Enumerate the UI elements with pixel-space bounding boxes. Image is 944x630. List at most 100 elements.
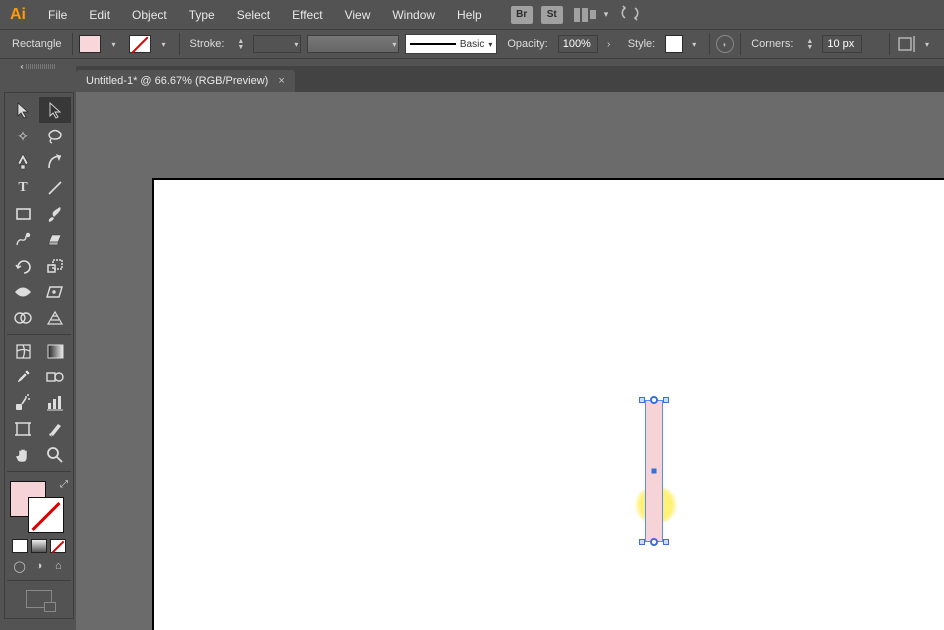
- menu-file[interactable]: File: [38, 4, 77, 26]
- draw-behind-icon[interactable]: ◑: [32, 559, 45, 573]
- canvas-area[interactable]: [76, 92, 944, 630]
- stroke-weight-stepper[interactable]: ▲▼: [237, 39, 244, 50]
- menu-help[interactable]: Help: [447, 4, 492, 26]
- selection-handle[interactable]: [663, 397, 669, 403]
- tools-panel: ✧ T ⤢: [4, 92, 74, 619]
- column-graph-tool[interactable]: [39, 390, 71, 416]
- opacity-field[interactable]: 100%: [558, 35, 598, 53]
- none-chip[interactable]: [50, 539, 66, 553]
- pen-tool[interactable]: [7, 149, 39, 175]
- perspective-grid-tool[interactable]: [39, 305, 71, 331]
- color-mode-row: [7, 537, 71, 555]
- line-segment-tool[interactable]: [39, 175, 71, 201]
- corners-field[interactable]: 10 px: [822, 35, 862, 53]
- rotate-tool[interactable]: [7, 253, 39, 279]
- slice-tool[interactable]: [39, 416, 71, 442]
- eraser-tool[interactable]: [39, 227, 71, 253]
- draw-mode-row: ◯ ◑ ⌂: [7, 555, 71, 577]
- live-corner-widget[interactable]: [650, 396, 658, 404]
- stroke-swatch[interactable]: [129, 35, 151, 53]
- brush-stroke-preview-icon: [410, 43, 456, 45]
- style-label: Style:: [624, 36, 660, 52]
- shaper-tool[interactable]: [7, 227, 39, 253]
- blend-tool[interactable]: [39, 364, 71, 390]
- graphic-style-swatch[interactable]: [665, 35, 683, 53]
- menu-object[interactable]: Object: [122, 4, 177, 26]
- shape-name-label: Rectangle: [8, 36, 66, 52]
- arrange-docs-icon[interactable]: [574, 7, 598, 23]
- brush-label: Basic: [460, 39, 484, 50]
- gradient-tool[interactable]: [39, 338, 71, 364]
- brush-dropdown-icon: ▾: [488, 40, 492, 49]
- align-to-dropdown-icon[interactable]: ▾: [922, 39, 932, 49]
- stroke-weight-label: Stroke:: [186, 36, 229, 52]
- direct-selection-tool[interactable]: [39, 97, 71, 123]
- color-chip[interactable]: [12, 539, 28, 553]
- artboard[interactable]: [154, 180, 944, 630]
- eyedropper-tool[interactable]: [7, 364, 39, 390]
- stroke-dropdown-icon[interactable]: ▾: [159, 39, 169, 49]
- bridge-icon[interactable]: Br: [511, 6, 533, 24]
- menu-window[interactable]: Window: [382, 4, 445, 26]
- document-tab[interactable]: Untitled-1* @ 66.67% (RGB/Preview) ×: [76, 70, 295, 92]
- gradient-chip[interactable]: [31, 539, 47, 553]
- artboard-tool[interactable]: [7, 416, 39, 442]
- variable-width-profile[interactable]: ▾: [307, 35, 399, 53]
- mesh-tool[interactable]: [7, 338, 39, 364]
- draw-normal-icon[interactable]: ◯: [13, 559, 26, 573]
- separator: [72, 33, 73, 55]
- magic-wand-tool[interactable]: ✧: [7, 123, 39, 149]
- opacity-popup-icon[interactable]: ›: [604, 39, 614, 49]
- screen-mode-icon[interactable]: [26, 590, 52, 608]
- shape-builder-tool[interactable]: [7, 305, 39, 331]
- fill-dropdown-icon[interactable]: ▾: [109, 39, 119, 49]
- hand-tool[interactable]: [7, 442, 39, 468]
- corners-stepper[interactable]: ▲▼: [806, 39, 813, 50]
- stroke-weight-field[interactable]: ▾: [253, 35, 301, 53]
- stock-icon[interactable]: St: [541, 6, 563, 24]
- paintbrush-tool[interactable]: [39, 201, 71, 227]
- separator: [889, 33, 890, 55]
- zoom-tool[interactable]: [39, 442, 71, 468]
- menu-bar: Ai File Edit Object Type Select Effect V…: [0, 0, 944, 29]
- corners-label: Corners:: [747, 36, 797, 52]
- curvature-tool[interactable]: [39, 149, 71, 175]
- menu-edit[interactable]: Edit: [79, 4, 120, 26]
- fill-stroke-control[interactable]: ⤢: [8, 479, 70, 535]
- arrange-docs-dropdown-icon[interactable]: ▾: [604, 9, 609, 20]
- close-tab-icon[interactable]: ×: [278, 75, 284, 87]
- selection-handle[interactable]: [639, 397, 645, 403]
- menu-view[interactable]: View: [335, 4, 381, 26]
- selection-center-point[interactable]: [652, 469, 657, 474]
- lasso-tool[interactable]: [39, 123, 71, 149]
- selection-tool[interactable]: [7, 97, 39, 123]
- panel-collapse-strip[interactable]: ‹‹: [0, 59, 76, 73]
- live-corner-widget[interactable]: [650, 538, 658, 546]
- graphic-style-dropdown-icon[interactable]: ▾: [689, 39, 699, 49]
- menu-type[interactable]: Type: [179, 4, 225, 26]
- draw-inside-icon[interactable]: ⌂: [52, 559, 65, 573]
- type-tool[interactable]: T: [7, 175, 39, 201]
- menu-effect[interactable]: Effect: [282, 4, 332, 26]
- width-tool[interactable]: [7, 279, 39, 305]
- opacity-label: Opacity:: [503, 36, 551, 52]
- options-bar: Rectangle ▾ ▾ Stroke: ▲▼ ▾ ▾ Basic ▾ Opa…: [0, 29, 944, 59]
- stroke-color-box[interactable]: [28, 497, 64, 533]
- swap-fill-stroke-icon[interactable]: ⤢: [60, 479, 68, 490]
- scale-tool[interactable]: [39, 253, 71, 279]
- selection-handle[interactable]: [639, 539, 645, 545]
- app-logo: Ai: [6, 4, 30, 26]
- brush-definition[interactable]: Basic ▾: [405, 34, 497, 54]
- symbol-sprayer-tool[interactable]: [7, 390, 39, 416]
- rectangle-tool[interactable]: [7, 201, 39, 227]
- separator: [179, 33, 180, 55]
- menu-select[interactable]: Select: [227, 4, 280, 26]
- free-transform-tool[interactable]: [39, 279, 71, 305]
- sync-icon[interactable]: [620, 5, 640, 24]
- align-to-icon[interactable]: [896, 35, 916, 53]
- fill-swatch[interactable]: [79, 35, 101, 53]
- recolor-artwork-icon[interactable]: ◐: [716, 35, 734, 53]
- selection-handle[interactable]: [663, 539, 669, 545]
- collapse-chevron-icon: ‹‹: [20, 62, 21, 71]
- selected-rectangle-shape[interactable]: [645, 400, 663, 542]
